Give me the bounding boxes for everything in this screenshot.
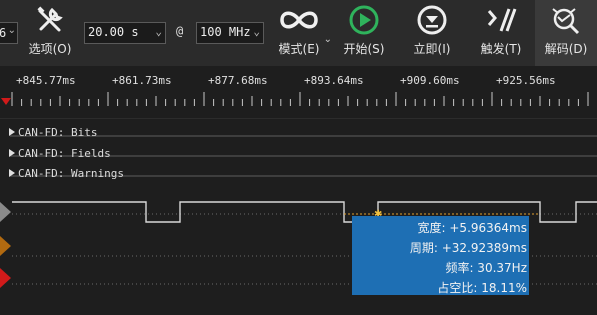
channel-marker-icon (0, 202, 11, 222)
width-readout: 宽度: +5.96364ms (417, 221, 527, 235)
channel-marker-icon (0, 268, 11, 288)
expand-fields-icon[interactable] (9, 149, 15, 157)
options-button[interactable]: 选项(O) (22, 0, 78, 66)
mode-label: 模式(E) (278, 42, 320, 56)
chevron-down-icon: ⌄ (253, 25, 260, 38)
channel-fields[interactable]: CAN-FD: Fields (18, 147, 111, 160)
time-ruler[interactable]: +845.77ms +861.73ms +877.68ms +893.64ms … (0, 66, 597, 118)
decode-icon (549, 0, 583, 40)
decode-button[interactable]: 解码(D) (535, 0, 597, 66)
frequency-readout: 频率: 30.37Hz (445, 261, 527, 275)
start-label: 开始(S) (343, 42, 385, 56)
eject-icon (416, 0, 448, 40)
at-separator: @ (176, 24, 184, 38)
trigger-icon (485, 0, 517, 40)
chevron-down-icon: ⌄ (323, 34, 332, 45)
expand-bits-icon[interactable] (9, 128, 15, 136)
partial-select[interactable]: 6 ⌄ (0, 22, 18, 44)
period-readout: 周期: +32.92389ms (409, 241, 527, 255)
start-button[interactable]: 开始(S) (336, 0, 392, 66)
decode-label: 解码(D) (544, 42, 588, 56)
expand-warnings-icon[interactable] (9, 169, 15, 177)
chevron-down-icon: ⌄ (155, 25, 162, 38)
timebase-select[interactable]: 20.00 s ⌄ (84, 22, 166, 44)
infinity-icon (277, 0, 321, 40)
immediate-button[interactable]: 立即(I) (404, 0, 460, 66)
ruler-ticks (11, 92, 589, 106)
duty-cycle-readout: 占空比: 18.11% (437, 281, 527, 295)
wrench-screwdriver-icon (35, 0, 65, 40)
sample-rate-select[interactable]: 100 MHz ⌄ (196, 22, 264, 44)
trigger-button[interactable]: 触发(T) (472, 0, 530, 66)
play-icon (348, 0, 380, 40)
options-label: 选项(O) (28, 42, 72, 56)
trigger-label: 触发(T) (480, 42, 522, 56)
immediate-label: 立即(I) (413, 42, 451, 56)
mode-button[interactable]: 模式(E) ⌄ (268, 0, 332, 66)
channel-warnings[interactable]: CAN-FD: Warnings (18, 167, 124, 180)
trigger-marker-icon (1, 98, 11, 105)
channel-bits[interactable]: CAN-FD: Bits (18, 126, 97, 139)
measurement-panel: 宽度: +5.96364ms 周期: +32.92389ms 频率: 30.37… (352, 216, 529, 295)
toolbar: 6 ⌄ 选项(O) 20.00 s ⌄ @ 100 MHz ⌄ 模式(E) ⌄ 开始… (0, 0, 597, 66)
